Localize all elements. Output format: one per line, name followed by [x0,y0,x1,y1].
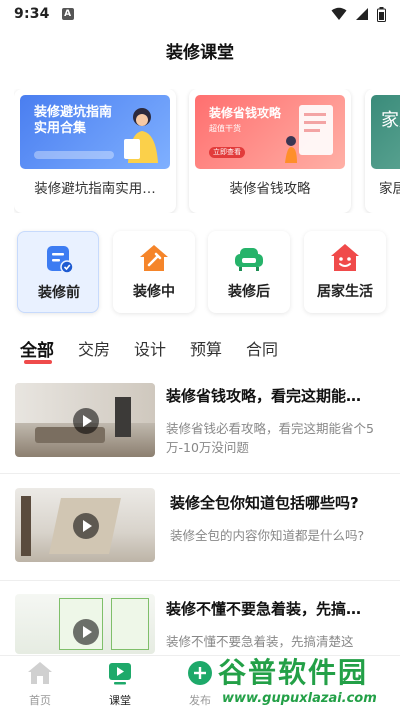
status-time: 9:34 [14,6,50,22]
promo-card-avoid-pitfalls[interactable]: 装修避坑指南 实用合集 装修避坑指南实用… [14,89,176,213]
tab-budget[interactable]: 预算 [190,336,222,368]
promo-card-caption: 装修省钱攻略 [229,181,311,197]
thumb-cabinet [115,397,131,437]
nav-label: 首页 [29,694,51,707]
article-description: 装修不懂不要急着装，先搞清楚这 [166,634,354,649]
illustration-woman-icon [124,108,158,163]
banner-title: 家居 [381,110,400,131]
banner-tags [34,151,114,159]
watermark-title: 谷普软件园 [218,656,369,689]
article-description: 装修省钱必看攻略，看完这期能省个5万-10万没问题 [166,421,374,455]
signal-icon [356,8,368,20]
article-thumbnail [15,594,155,654]
category-row: 装修前 装修中 装修后 居家生活 [17,231,397,313]
divider [0,473,400,474]
article-title: 装修全包你知道包括哪些吗? [170,494,359,512]
plus-circle-icon [188,661,212,685]
promo-carousel[interactable]: 装修避坑指南 实用合集 装修避坑指南实用… 装修省钱攻略 超值干货 立即查看 装… [14,89,400,213]
category-label: 居家生活 [317,284,373,300]
status-right [331,6,386,22]
tab-all[interactable]: 全部 [20,336,54,368]
article-description: 装修全包的内容你知道都是什么吗? [170,528,365,543]
banner-title: 装修省钱攻略 [209,106,282,120]
article-title: 装修省钱攻略，看完这期能… [166,387,362,405]
banner-subtitle: 超值干货 [209,124,241,133]
divider [0,580,400,581]
tab-label: 设计 [134,340,167,359]
article-title: 装修不懂不要急着装，先搞… [166,600,362,618]
category-after-renovation[interactable]: 装修后 [208,231,290,313]
sofa-icon [235,248,263,271]
nav-classroom[interactable]: 课堂 [90,660,150,708]
tab-design[interactable]: 设计 [134,336,166,368]
nav-home[interactable]: 首页 [10,660,70,708]
watermark-url: www.gupuxlazai.com [222,691,377,706]
play-icon [73,408,99,434]
article-item[interactable]: 装修省钱攻略，看完这期能… 装修省钱必看攻略，看完这期能省个5万-10万没问题 [0,383,400,463]
promo-card-home[interactable]: 家居 家居 [365,89,400,213]
active-tab-indicator [24,360,52,364]
article-item[interactable]: 装修全包你知道包括哪些吗? 装修全包的内容你知道都是什么吗? [0,488,400,568]
category-home-living[interactable]: 居家生活 [304,231,386,313]
house-tool-icon [140,245,168,271]
notes-icon [47,246,74,274]
promo-banner-image: 装修避坑指南 实用合集 [20,95,170,169]
category-before-renovation[interactable]: 装修前 [17,231,99,313]
promo-card-save-money[interactable]: 装修省钱攻略 超值干货 立即查看 装修省钱攻略 [189,89,351,213]
battery-icon [377,6,386,22]
watermark: 谷普软件园 www.gupuxlazai.com [218,651,398,711]
illustration-receipt-icon [285,105,333,163]
article-thumbnail [15,488,155,562]
home-icon [28,662,52,684]
tab-label: 预算 [190,340,223,359]
banner-cta: 立即查看 [209,147,245,158]
tab-label: 合同 [246,340,279,359]
category-label: 装修中 [133,284,175,300]
article-item[interactable]: 装修不懂不要急着装，先搞… 装修不懂不要急着装，先搞清楚这 [0,594,400,654]
play-icon [73,513,99,539]
status-bar: 9:34 A [0,0,400,28]
notification-icon: A [61,8,74,20]
smiley-house-icon [331,244,359,271]
article-thumbnail [15,383,155,457]
play-board-icon [109,663,131,685]
nav-label: 课堂 [109,694,131,707]
tab-handover[interactable]: 交房 [78,336,110,368]
category-label: 装修前 [38,285,80,301]
thumb-window-frame [21,496,31,556]
promo-card-caption: 装修避坑指南实用… [34,181,156,197]
tab-contract[interactable]: 合同 [246,336,278,368]
topic-tabs: 全部 交房 设计 预算 合同 [20,336,302,368]
page-title: 装修课堂 [166,43,234,63]
tab-label: 交房 [78,340,111,359]
tab-label: 全部 [20,341,54,361]
category-during-renovation[interactable]: 装修中 [113,231,195,313]
banner-title: 装修避坑指南 实用合集 [34,105,113,136]
promo-card-caption: 家居 [379,181,400,197]
promo-banner-image: 装修省钱攻略 超值干货 立即查看 [195,95,345,169]
play-icon [73,619,99,645]
thumb-checklist [111,598,149,650]
category-label: 装修后 [228,284,270,300]
promo-banner-image: 家居 [371,95,400,169]
wifi-icon [331,7,347,20]
